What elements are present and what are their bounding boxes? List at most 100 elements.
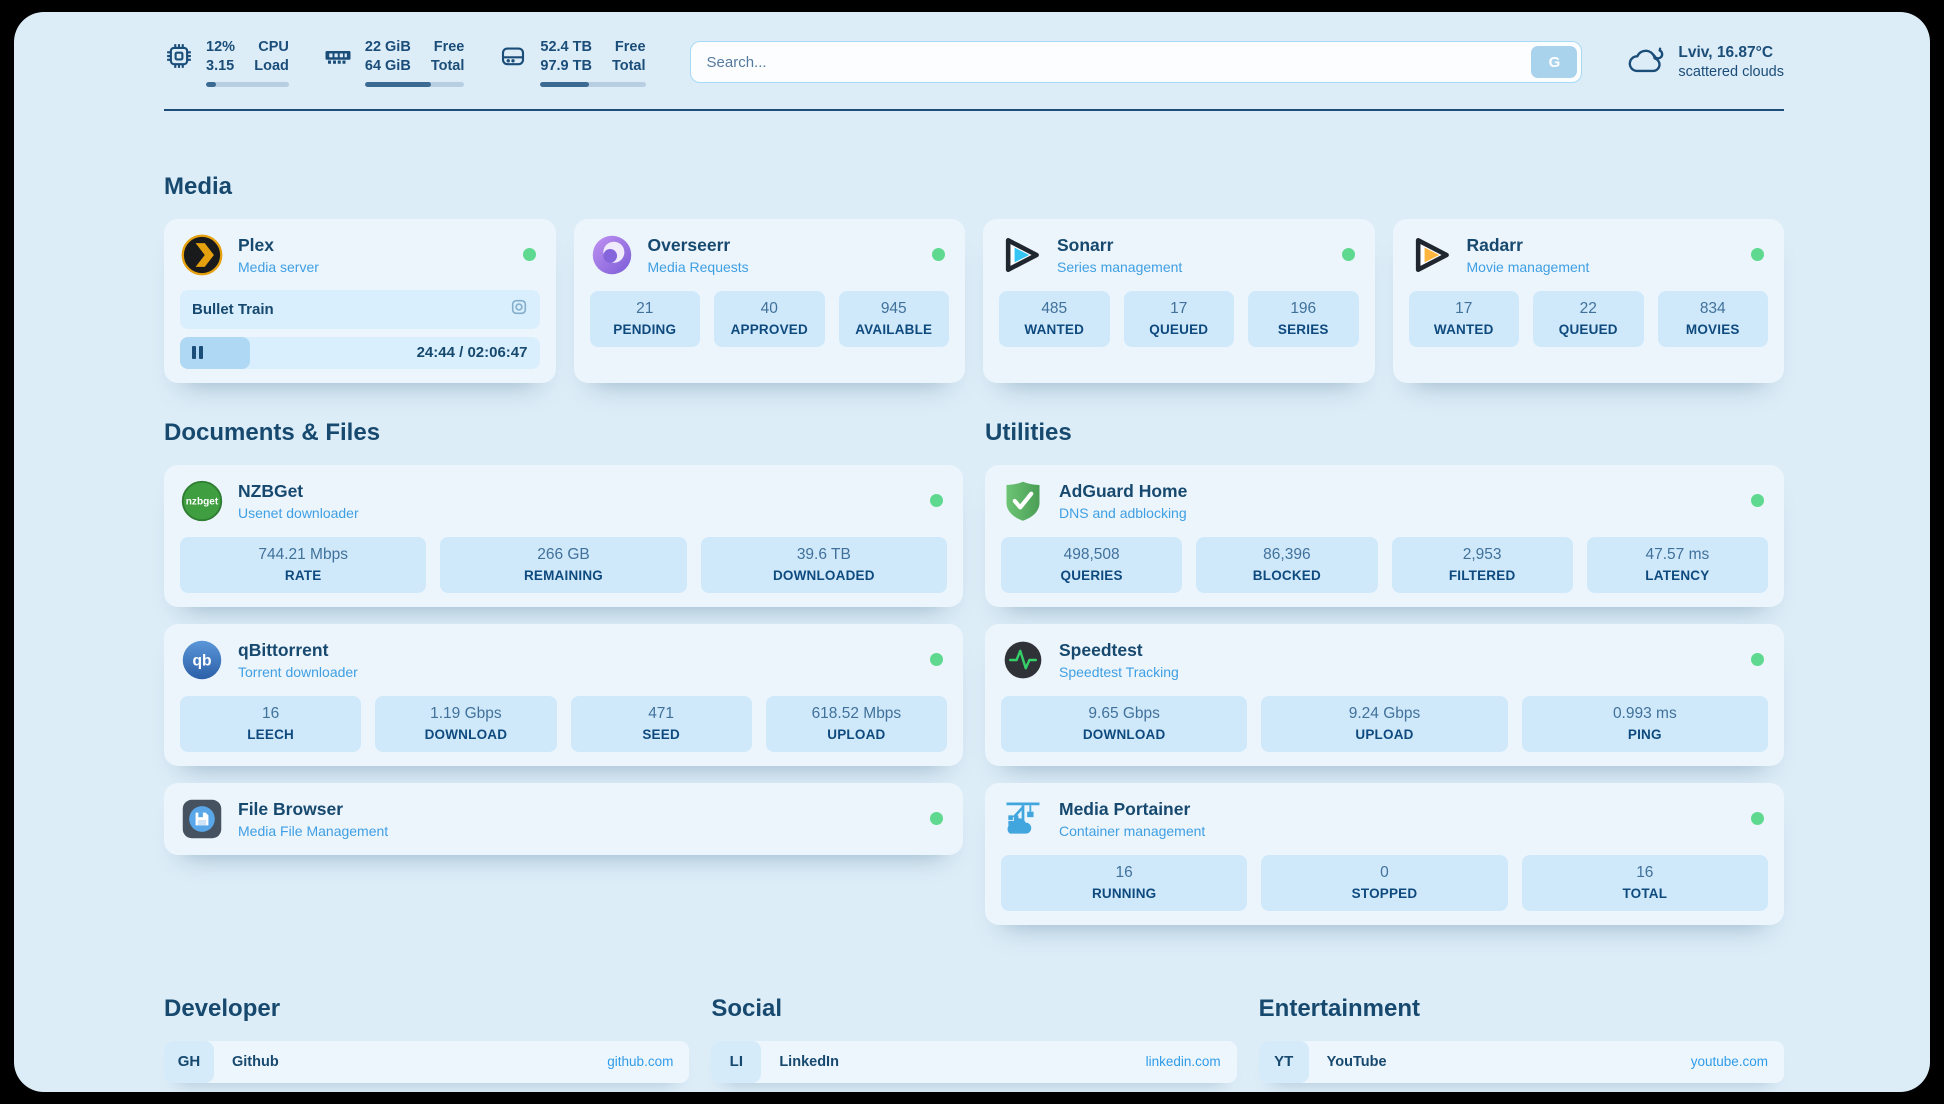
status-dot [1751,248,1764,261]
cpu-percent: 12% [206,38,235,57]
disk-total: 97.9 TB [540,57,592,76]
playback-time: 24:44 / 02:06:47 [417,344,528,361]
card-nzbget[interactable]: nzbget NZBGet Usenet downloader 74 [164,465,963,607]
card-speedtest[interactable]: Speedtest Speedtest Tracking 9.65 Gbps D… [985,624,1784,766]
card-title: NZBGet [238,481,916,502]
cpu-progress-fill [206,82,216,87]
cpu-load: 3.15 [206,57,234,76]
disk-free-label: Free [615,38,646,57]
stat-chip: 16 RUNNING [1001,855,1247,911]
playback-progress[interactable]: 24:44 / 02:06:47 [180,337,540,369]
plex-icon [180,233,224,277]
stat-chip: 485 WANTED [999,291,1110,347]
card-radarr[interactable]: Radarr Movie management 17 WANTED 22 QUE… [1393,219,1785,383]
link-youtube[interactable]: YT YouTube youtube.com [1259,1041,1784,1083]
stat-chip: 498,508 QUERIES [1001,537,1182,593]
section-title-media: Media [164,173,1784,201]
card-qbittorrent[interactable]: qb qBittorrent Torrent downloader [164,624,963,766]
stat-chip: 39.6 TB DOWNLOADED [701,537,947,593]
svg-text:nzbget: nzbget [186,496,219,507]
cpu-stat: 12% CPU 3.15 Load [164,38,289,87]
speedtest-icon [1001,638,1045,682]
system-stats: 12% CPU 3.15 Load 22 GiB Free [164,38,646,87]
card-title: AdGuard Home [1059,481,1737,502]
status-dot [1751,653,1764,666]
card-title: Sonarr [1057,235,1328,256]
card-sonarr[interactable]: Sonarr Series management 485 WANTED 17 Q… [983,219,1375,383]
stat-chip: 21 PENDING [590,291,701,347]
stat-chip: 0.993 ms PING [1522,696,1768,752]
stat-chip: 16 TOTAL [1522,855,1768,911]
card-file-browser[interactable]: File Browser Media File Management [164,783,963,855]
stat-chip: 47.57 ms LATENCY [1587,537,1768,593]
card-title: Overseerr [648,235,919,256]
now-playing-title: Bullet Train [192,301,274,318]
card-plex[interactable]: Plex Media server Bullet Train [164,219,556,383]
card-overseerr[interactable]: Overseerr Media Requests 21 PENDING 40 A… [574,219,966,383]
status-dot [1751,494,1764,507]
qbittorrent-icon: qb [180,638,224,682]
pause-icon[interactable] [192,346,203,359]
section-title-utilities: Utilities [985,419,1784,447]
card-title: Speedtest [1059,640,1737,661]
card-subtitle: Series management [1057,259,1328,275]
disk-icon [498,38,528,76]
stat-chip: 834 MOVIES [1658,291,1769,347]
ram-icon [323,38,353,76]
cpu-progress [206,82,289,87]
section-media: Media Plex Media server [164,173,1784,383]
status-dot [930,494,943,507]
stat-chip: 17 WANTED [1409,291,1520,347]
card-title: File Browser [238,799,916,820]
status-dot [1342,248,1355,261]
disk-progress [540,82,645,87]
card-subtitle: Container management [1059,823,1737,839]
now-playing-row: Bullet Train [180,290,540,329]
card-subtitle: Speedtest Tracking [1059,664,1737,680]
stat-chip: 744.21 Mbps RATE [180,537,426,593]
weather-widget: Lviv, 16.87°C scattered clouds [1626,43,1784,82]
adguard-icon [1001,479,1045,523]
card-subtitle: Media Requests [648,259,919,275]
stat-chip: 22 QUEUED [1533,291,1644,347]
section-utilities: Utilities [985,419,1784,925]
card-subtitle: Torrent downloader [238,664,916,680]
status-dot [1751,812,1764,825]
link-github[interactable]: GH Github github.com [164,1041,689,1083]
ram-total-label: Total [431,57,465,76]
radarr-icon [1409,233,1453,277]
section-documents: Documents & Files nzbget [164,419,963,925]
status-dot [932,248,945,261]
card-title: Plex [238,235,509,256]
disk-free: 52.4 TB [540,38,592,57]
weather-condition: scattered clouds [1678,64,1784,80]
search-engine-button[interactable]: G [1531,46,1577,78]
section-title-documents: Documents & Files [164,419,963,447]
stat-chip: 9.65 Gbps DOWNLOAD [1001,696,1247,752]
ram-free: 22 GiB [365,38,411,57]
card-adguard-home[interactable]: AdGuard Home DNS and adblocking 498,508 … [985,465,1784,607]
stat-chip: 40 APPROVED [714,291,825,347]
card-subtitle: DNS and adblocking [1059,505,1737,521]
stat-chip: 618.52 Mbps UPLOAD [766,696,947,752]
stat-chip: 86,396 BLOCKED [1196,537,1377,593]
card-media-portainer[interactable]: Media Portainer Container management 16 … [985,783,1784,925]
youtube-abbr-icon: YT [1259,1041,1309,1083]
ram-total: 64 GiB [365,57,411,76]
disk-total-label: Total [612,57,646,76]
ram-progress [365,82,465,87]
stat-chip: 2,953 FILTERED [1392,537,1573,593]
section-title-developer: Developer [164,995,689,1023]
section-title-social: Social [711,995,1236,1023]
search-input[interactable] [690,41,1583,83]
card-title: Radarr [1467,235,1738,256]
stat-chip: 945 AVAILABLE [839,291,950,347]
cpu-label: CPU [258,38,289,57]
header: 12% CPU 3.15 Load 22 GiB Free [164,38,1784,87]
section-title-entertainment: Entertainment [1259,995,1784,1023]
ram-free-label: Free [434,38,465,57]
dashboard-panel: 12% CPU 3.15 Load 22 GiB Free [14,12,1930,1092]
link-linkedin[interactable]: LI LinkedIn linkedin.com [711,1041,1236,1083]
portainer-icon [1001,797,1045,841]
cpu-load-label: Load [254,57,289,76]
